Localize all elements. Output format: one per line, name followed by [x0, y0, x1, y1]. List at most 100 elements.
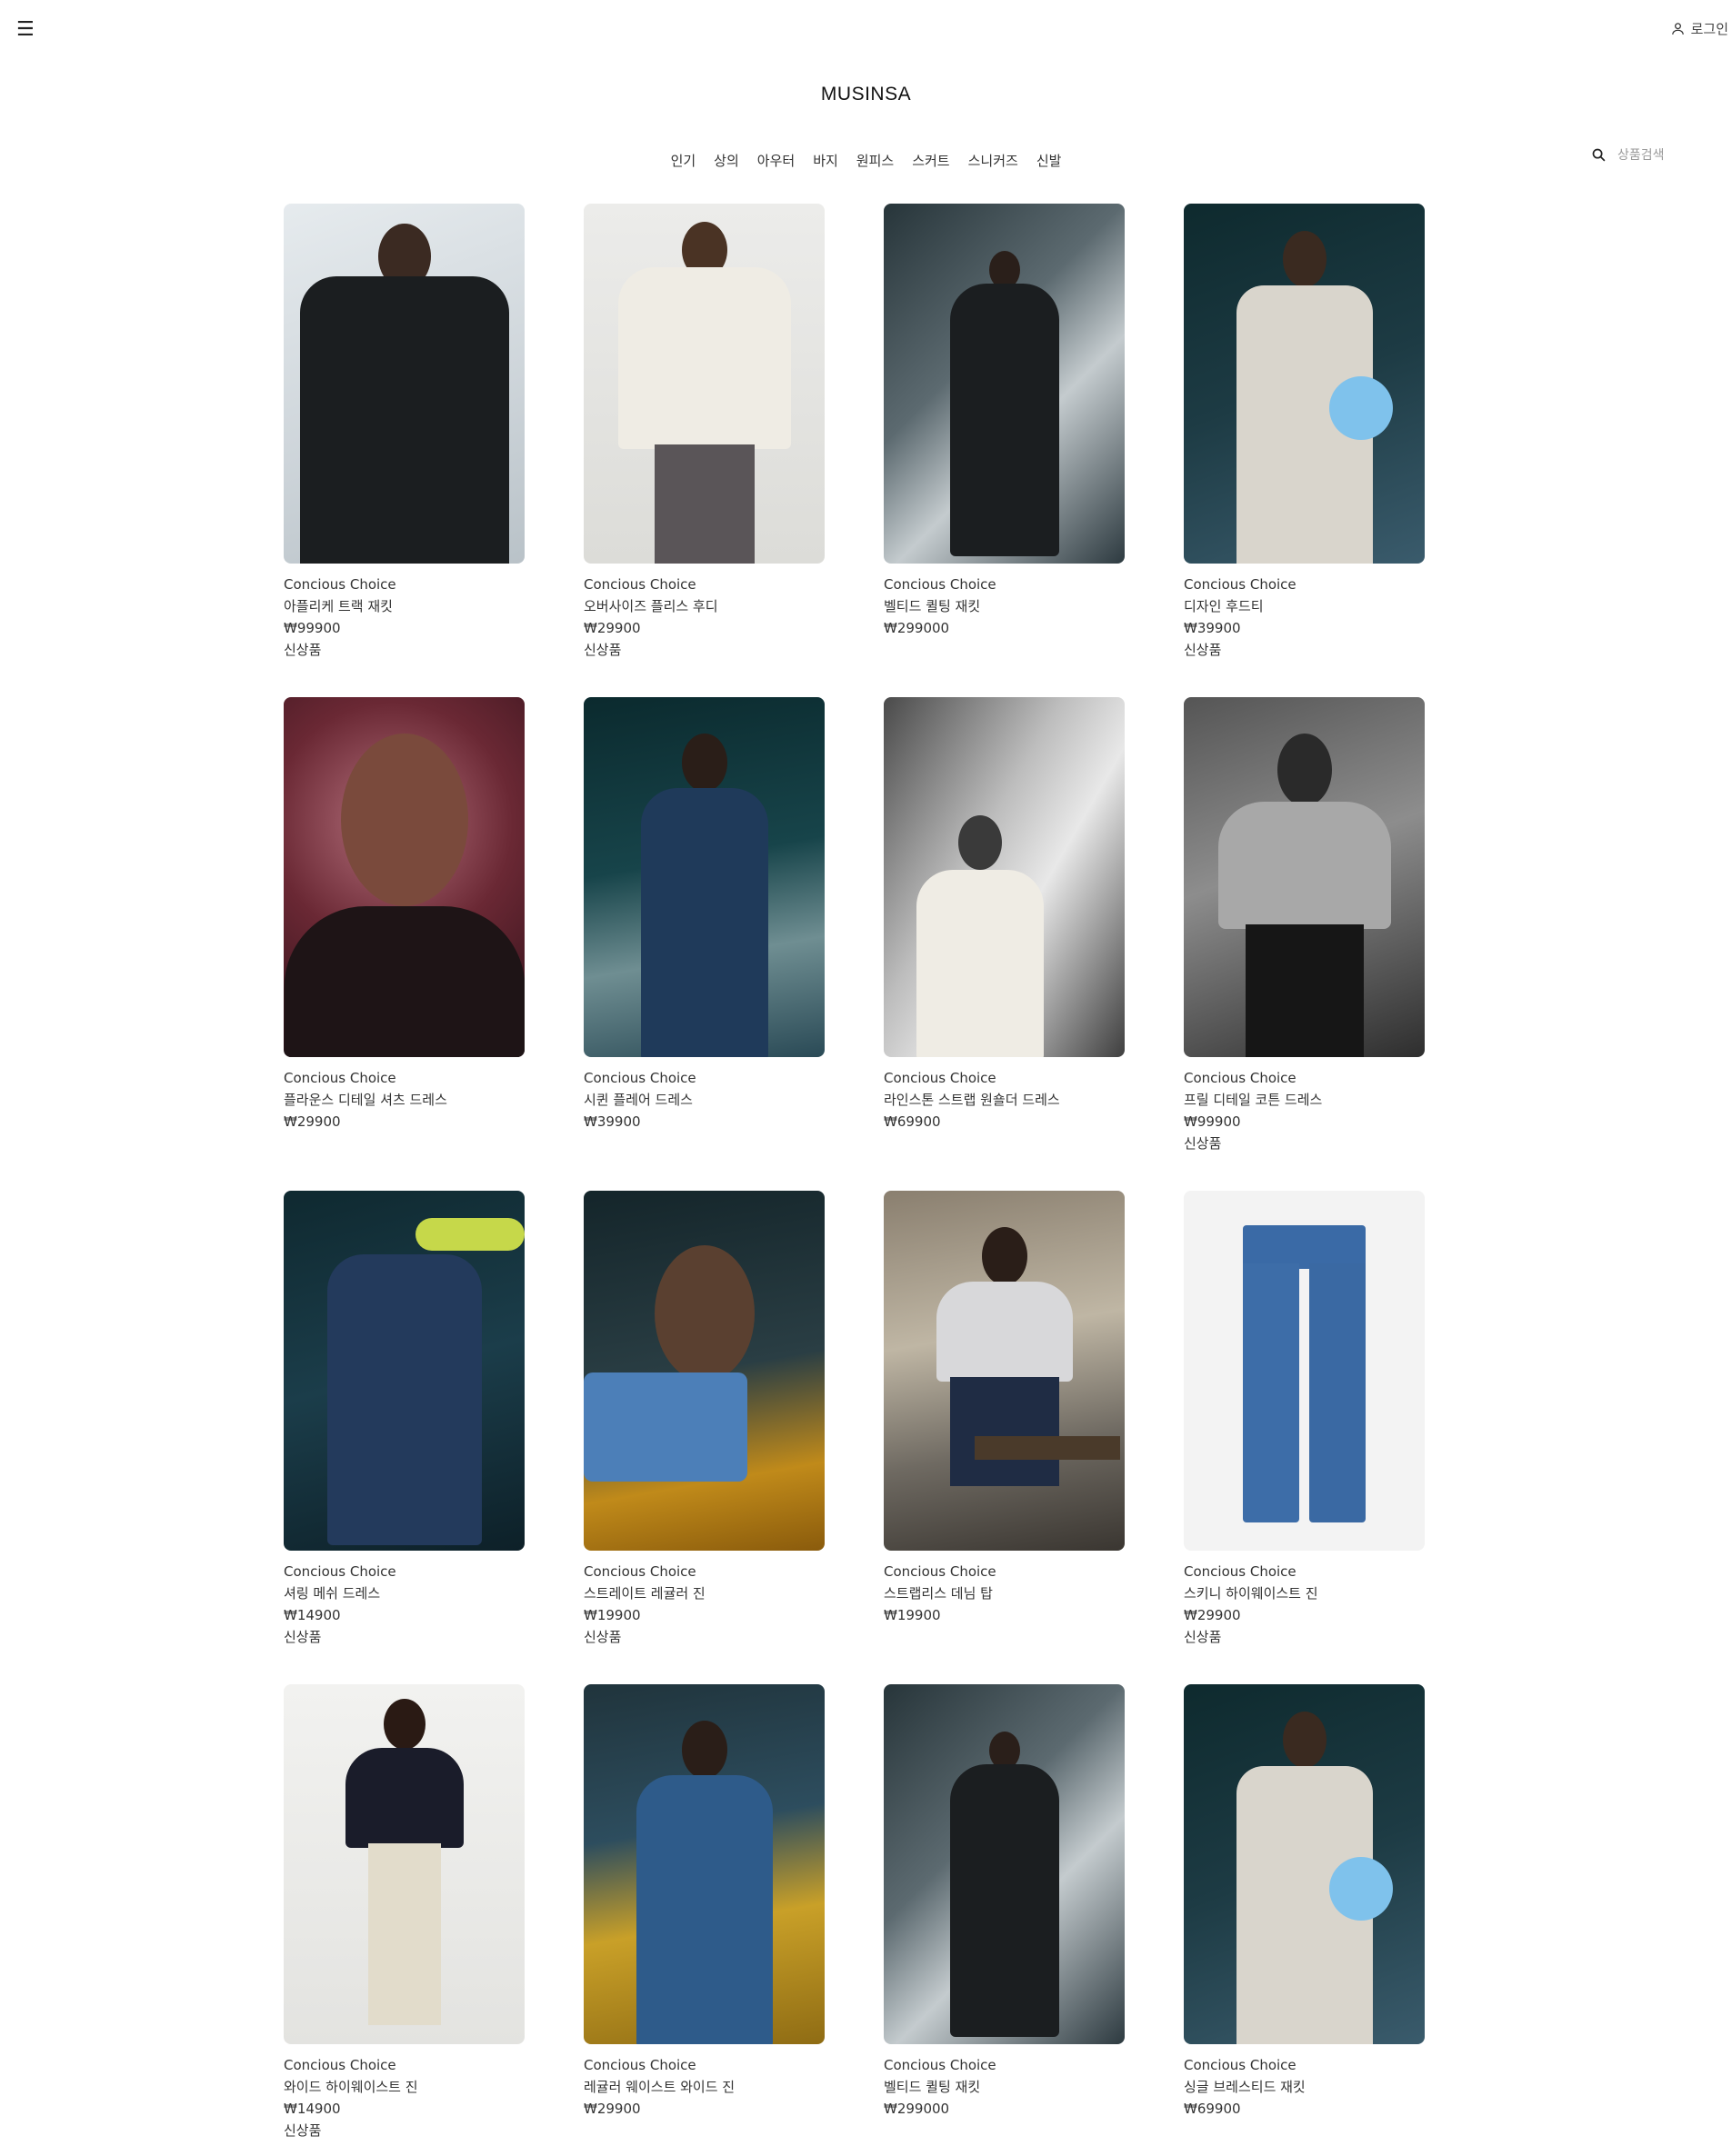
model-figure — [949, 1764, 1059, 2037]
model-figure — [383, 1699, 425, 1750]
category-item[interactable]: 원피스 — [856, 151, 894, 170]
page: ☰ 로그인 MUSINSA 인기 상의 아우터 바지 원피스 스커트 스니커즈 … — [0, 0, 1732, 2156]
product-image[interactable] — [1184, 1684, 1425, 2044]
product-image[interactable] — [584, 697, 825, 1057]
product-brand: Concious Choice — [884, 1563, 996, 1580]
product-image[interactable] — [584, 1684, 825, 2044]
product-image[interactable] — [1184, 1191, 1425, 1551]
product-price: ₩69900 — [1184, 2101, 1241, 2117]
product-name: 아플리케 트랙 재킷 — [284, 598, 393, 614]
product-name: 벨티드 퀼팅 재킷 — [884, 598, 981, 614]
product-image[interactable] — [284, 204, 525, 564]
product-price: ₩299000 — [884, 620, 950, 636]
product-card[interactable]: Concious Choice 스키니 하이웨이스트 진 ₩29900 신상품 — [1184, 1191, 1425, 1684]
model-figure — [1282, 1712, 1327, 1768]
product-price: ₩39900 — [1184, 620, 1241, 636]
category-item[interactable]: 스니커즈 — [968, 151, 1018, 170]
product-brand: Concious Choice — [584, 1563, 696, 1580]
product-card[interactable]: Concious Choice 벨티드 퀼팅 재킷 ₩299000 — [884, 204, 1125, 697]
logo[interactable]: MUSINSA — [0, 84, 1732, 105]
product-image[interactable] — [284, 1684, 525, 2044]
product-brand: Concious Choice — [584, 1070, 696, 1086]
new-badge: 신상품 — [284, 2122, 322, 2139]
product-brand: Concious Choice — [284, 1070, 396, 1086]
product-price: ₩29900 — [584, 2101, 641, 2117]
menu-icon[interactable]: ☰ — [16, 20, 35, 40]
product-name: 라인스톤 스트랩 원숄더 드레스 — [884, 1092, 1060, 1108]
category-item[interactable]: 아우터 — [757, 151, 795, 170]
category-item[interactable]: 바지 — [813, 151, 838, 170]
category-item[interactable]: 상의 — [714, 151, 739, 170]
model-figure — [340, 734, 468, 906]
product-grid: Concious Choice 아플리케 트랙 재킷 ₩99900 신상품 Co… — [284, 204, 1425, 2156]
model-figure — [617, 267, 791, 449]
model-figure — [981, 1227, 1027, 1285]
product-card[interactable]: Concious Choice 프릴 디테일 코튼 드레스 ₩99900 신상품 — [1184, 697, 1425, 1191]
product-card[interactable]: Concious Choice 라인스톤 스트랩 원숄더 드레스 ₩69900 — [884, 697, 1125, 1191]
login-button[interactable]: 로그인 — [1670, 19, 1728, 38]
product-image[interactable] — [584, 1191, 825, 1551]
product-card[interactable]: Concious Choice 스트랩리스 데님 탑 ₩19900 — [884, 1191, 1125, 1684]
product-name: 셔링 메쉬 드레스 — [284, 1585, 381, 1602]
product-brand: Concious Choice — [284, 576, 396, 593]
model-figure — [1217, 802, 1391, 929]
product-card[interactable]: Concious Choice 레귤러 웨이스트 와이드 진 ₩29900 — [584, 1684, 825, 2156]
product-card[interactable]: Concious Choice 벨티드 퀼팅 재킷 ₩299000 — [884, 1684, 1125, 2156]
product-name: 오버사이즈 플리스 후디 — [584, 598, 718, 614]
product-name: 와이드 하이웨이스트 진 — [284, 2079, 418, 2095]
new-badge: 신상품 — [1184, 642, 1222, 658]
jeans-waist — [1243, 1225, 1366, 1269]
product-card[interactable]: Concious Choice 싱글 브레스티드 재킷 ₩69900 — [1184, 1684, 1425, 2156]
search-input[interactable] — [1617, 147, 1727, 163]
product-price: ₩69900 — [884, 1113, 941, 1130]
product-name: 스트랩리스 데님 탑 — [884, 1585, 993, 1602]
product-card[interactable]: Concious Choice 셔링 메쉬 드레스 ₩14900 신상품 — [284, 1191, 525, 1684]
product-image[interactable] — [884, 1191, 1125, 1551]
product-image[interactable] — [884, 1684, 1125, 2044]
category-item[interactable]: 인기 — [671, 151, 696, 170]
bench — [975, 1436, 1120, 1460]
product-image[interactable] — [284, 697, 525, 1057]
jeans-leg — [1243, 1263, 1299, 1522]
user-icon — [1671, 23, 1684, 35]
new-badge: 신상품 — [1184, 1629, 1222, 1645]
product-card[interactable]: Concious Choice 오버사이즈 플리스 후디 ₩29900 신상품 — [584, 204, 825, 697]
category-item[interactable]: 스커트 — [912, 151, 949, 170]
product-image[interactable] — [884, 204, 1125, 564]
category-item[interactable]: 신발 — [1036, 151, 1062, 170]
category-nav: 인기 상의 아우터 바지 원피스 스커트 스니커즈 신발 — [0, 151, 1732, 170]
model-figure — [681, 1721, 727, 1779]
product-card[interactable]: Concious Choice 스트레이트 레귤러 진 ₩19900 신상품 — [584, 1191, 825, 1684]
product-card[interactable]: Concious Choice 시퀸 플레어 드레스 ₩39900 — [584, 697, 825, 1191]
model-figure — [958, 815, 1002, 870]
login-label: 로그인 — [1690, 21, 1728, 37]
new-badge: 신상품 — [284, 642, 322, 658]
product-card[interactable]: Concious Choice 아플리케 트랙 재킷 ₩99900 신상품 — [284, 204, 525, 697]
model-figure — [916, 870, 1044, 1057]
product-name: 싱글 브레스티드 재킷 — [1184, 2079, 1306, 2095]
product-price: ₩14900 — [284, 2101, 341, 2117]
product-image[interactable] — [284, 1191, 525, 1551]
product-image[interactable] — [884, 697, 1125, 1057]
product-brand: Concious Choice — [584, 2057, 696, 2073]
product-brand: Concious Choice — [884, 1070, 996, 1086]
product-card[interactable]: Concious Choice 디자인 후드티 ₩39900 신상품 — [1184, 204, 1425, 697]
search-icon[interactable] — [1591, 147, 1607, 163]
product-name: 시퀸 플레어 드레스 — [584, 1092, 693, 1108]
product-name: 플라운스 디테일 셔츠 드레스 — [284, 1092, 447, 1108]
model-figure — [949, 284, 1059, 556]
product-image[interactable] — [1184, 204, 1425, 564]
product-price: ₩19900 — [584, 1607, 641, 1623]
new-badge: 신상품 — [584, 642, 622, 658]
new-badge: 신상품 — [1184, 1135, 1222, 1152]
product-card[interactable]: Concious Choice 플라운스 디테일 셔츠 드레스 ₩29900 — [284, 697, 525, 1191]
product-price: ₩29900 — [284, 1113, 341, 1130]
product-brand: Concious Choice — [1184, 1563, 1296, 1580]
product-image[interactable] — [1184, 697, 1425, 1057]
product-image[interactable] — [584, 204, 825, 564]
product-price: ₩99900 — [1184, 1113, 1241, 1130]
product-card[interactable]: Concious Choice 와이드 하이웨이스트 진 ₩14900 신상품 — [284, 1684, 525, 2156]
model-figure — [1282, 231, 1327, 287]
search-box — [1591, 147, 1727, 163]
model-figure — [949, 1377, 1059, 1486]
